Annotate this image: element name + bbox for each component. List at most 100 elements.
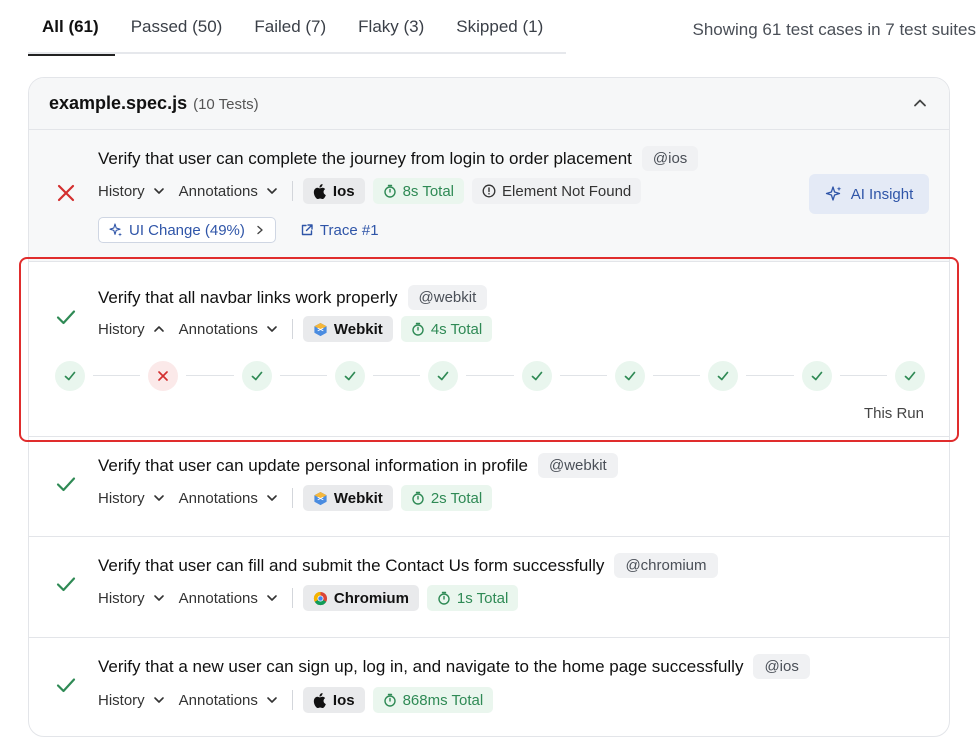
- test-case-row[interactable]: Verify that user can update personal inf…: [29, 436, 949, 537]
- test-title[interactable]: Verify that all navbar links work proper…: [98, 288, 398, 308]
- duration-text: 4s Total: [431, 321, 482, 338]
- tab-passed[interactable]: Passed (50): [115, 0, 239, 54]
- test-case-row[interactable]: Verify that user can complete the journe…: [29, 130, 949, 262]
- annotations-toggle[interactable]: Annotations: [179, 183, 292, 200]
- test-tag: @ios: [642, 146, 698, 171]
- tab-skipped[interactable]: Skipped (1): [440, 0, 559, 54]
- test-case-row[interactable]: Verify that all navbar links work proper…: [29, 262, 949, 436]
- chevron-down-icon: [266, 185, 278, 197]
- check-icon: [55, 306, 77, 328]
- annotations-toggle[interactable]: Annotations: [179, 321, 292, 338]
- run-passed-marker[interactable]: [55, 361, 85, 391]
- test-title[interactable]: Verify that user can fill and submit the…: [98, 556, 604, 576]
- history-toggle[interactable]: History: [98, 321, 179, 338]
- test-tag: @chromium: [614, 553, 717, 578]
- webkit-icon: [313, 322, 328, 337]
- chevron-down-icon: [153, 185, 165, 197]
- timeline-connector: [840, 375, 887, 376]
- error-text: Element Not Found: [502, 183, 631, 200]
- suite-name: example.spec.js: [49, 93, 187, 114]
- stopwatch-icon: [411, 322, 425, 336]
- chevron-right-icon: [255, 225, 265, 235]
- run-passed-marker[interactable]: [428, 361, 458, 391]
- annotations-toggle[interactable]: Annotations: [179, 490, 292, 507]
- run-passed-marker[interactable]: [895, 361, 925, 391]
- apple-icon: [313, 184, 327, 199]
- browser-badge: Webkit: [303, 485, 393, 511]
- chevron-down-icon: [266, 492, 278, 504]
- chevron-down-icon: [266, 592, 278, 604]
- check-icon: [623, 369, 637, 383]
- annotations-toggle[interactable]: Annotations: [179, 590, 292, 607]
- test-title[interactable]: Verify that user can update personal inf…: [98, 456, 528, 476]
- test-tag: @webkit: [408, 285, 488, 310]
- test-case-row[interactable]: Verify that a new user can sign up, log …: [29, 638, 949, 737]
- divider: [292, 588, 293, 608]
- browser-badge: Ios: [303, 178, 365, 204]
- annotations-label: Annotations: [179, 321, 258, 338]
- run-passed-marker[interactable]: [522, 361, 552, 391]
- sparkle-icon: [825, 185, 843, 203]
- tab-all[interactable]: All (61): [28, 0, 115, 54]
- run-passed-marker[interactable]: [242, 361, 272, 391]
- duration-badge: 868ms Total: [373, 687, 494, 713]
- duration-badge: 8s Total: [373, 178, 464, 204]
- run-failed-marker[interactable]: [148, 361, 178, 391]
- chevron-down-icon: [153, 492, 165, 504]
- fail-x-icon: [55, 182, 77, 204]
- chevron-down-icon: [266, 323, 278, 335]
- annotations-label: Annotations: [179, 590, 258, 607]
- run-passed-marker[interactable]: [802, 361, 832, 391]
- history-label: History: [98, 183, 145, 200]
- test-title[interactable]: Verify that a new user can sign up, log …: [98, 657, 743, 677]
- timeline-connector: [560, 375, 607, 376]
- run-passed-marker[interactable]: [708, 361, 738, 391]
- chevron-down-icon: [153, 592, 165, 604]
- browser-badge: Webkit: [303, 316, 393, 342]
- history-label: History: [98, 321, 145, 338]
- suite-header[interactable]: example.spec.js (10 Tests): [29, 78, 949, 130]
- test-title[interactable]: Verify that user can complete the journe…: [98, 149, 632, 169]
- suite-test-count: (10 Tests): [193, 96, 259, 113]
- check-icon: [55, 473, 77, 495]
- trace-link[interactable]: Trace #1: [300, 222, 379, 239]
- chevron-up-icon: [153, 323, 165, 335]
- divider: [292, 488, 293, 508]
- apple-icon: [313, 693, 327, 708]
- test-tag: @webkit: [538, 453, 618, 478]
- ai-insight-button[interactable]: AI Insight: [809, 174, 929, 214]
- info-circle-icon: [482, 184, 496, 198]
- annotations-toggle[interactable]: Annotations: [179, 692, 292, 709]
- fail-x-icon: [156, 369, 170, 383]
- check-icon: [55, 674, 77, 696]
- external-link-icon: [300, 223, 314, 237]
- divider: [292, 690, 293, 710]
- ui-change-chip[interactable]: UI Change (49%): [98, 217, 276, 243]
- timeline-connector: [186, 375, 233, 376]
- browser-name: Chromium: [334, 590, 409, 607]
- run-passed-marker[interactable]: [335, 361, 365, 391]
- tab-failed[interactable]: Failed (7): [238, 0, 342, 54]
- check-icon: [903, 369, 917, 383]
- chevron-up-icon[interactable]: [913, 96, 927, 110]
- tab-flaky[interactable]: Flaky (3): [342, 0, 440, 54]
- sparkle-icon: [109, 223, 123, 237]
- history-toggle[interactable]: History: [98, 692, 179, 709]
- run-passed-marker[interactable]: [615, 361, 645, 391]
- history-toggle[interactable]: History: [98, 590, 179, 607]
- duration-text: 868ms Total: [403, 692, 484, 709]
- browser-badge: Chromium: [303, 585, 419, 611]
- timeline-connector: [280, 375, 327, 376]
- duration-badge: 1s Total: [427, 585, 518, 611]
- test-case-row[interactable]: Verify that user can fill and submit the…: [29, 537, 949, 638]
- duration-text: 1s Total: [457, 590, 508, 607]
- test-tag: @ios: [753, 654, 809, 679]
- duration-badge: 2s Total: [401, 485, 492, 511]
- history-toggle[interactable]: History: [98, 183, 179, 200]
- annotations-label: Annotations: [179, 692, 258, 709]
- history-toggle[interactable]: History: [98, 490, 179, 507]
- chevron-down-icon: [266, 694, 278, 706]
- history-label: History: [98, 590, 145, 607]
- check-icon: [343, 369, 357, 383]
- results-summary: Showing 61 test cases in 7 test suites: [693, 20, 976, 40]
